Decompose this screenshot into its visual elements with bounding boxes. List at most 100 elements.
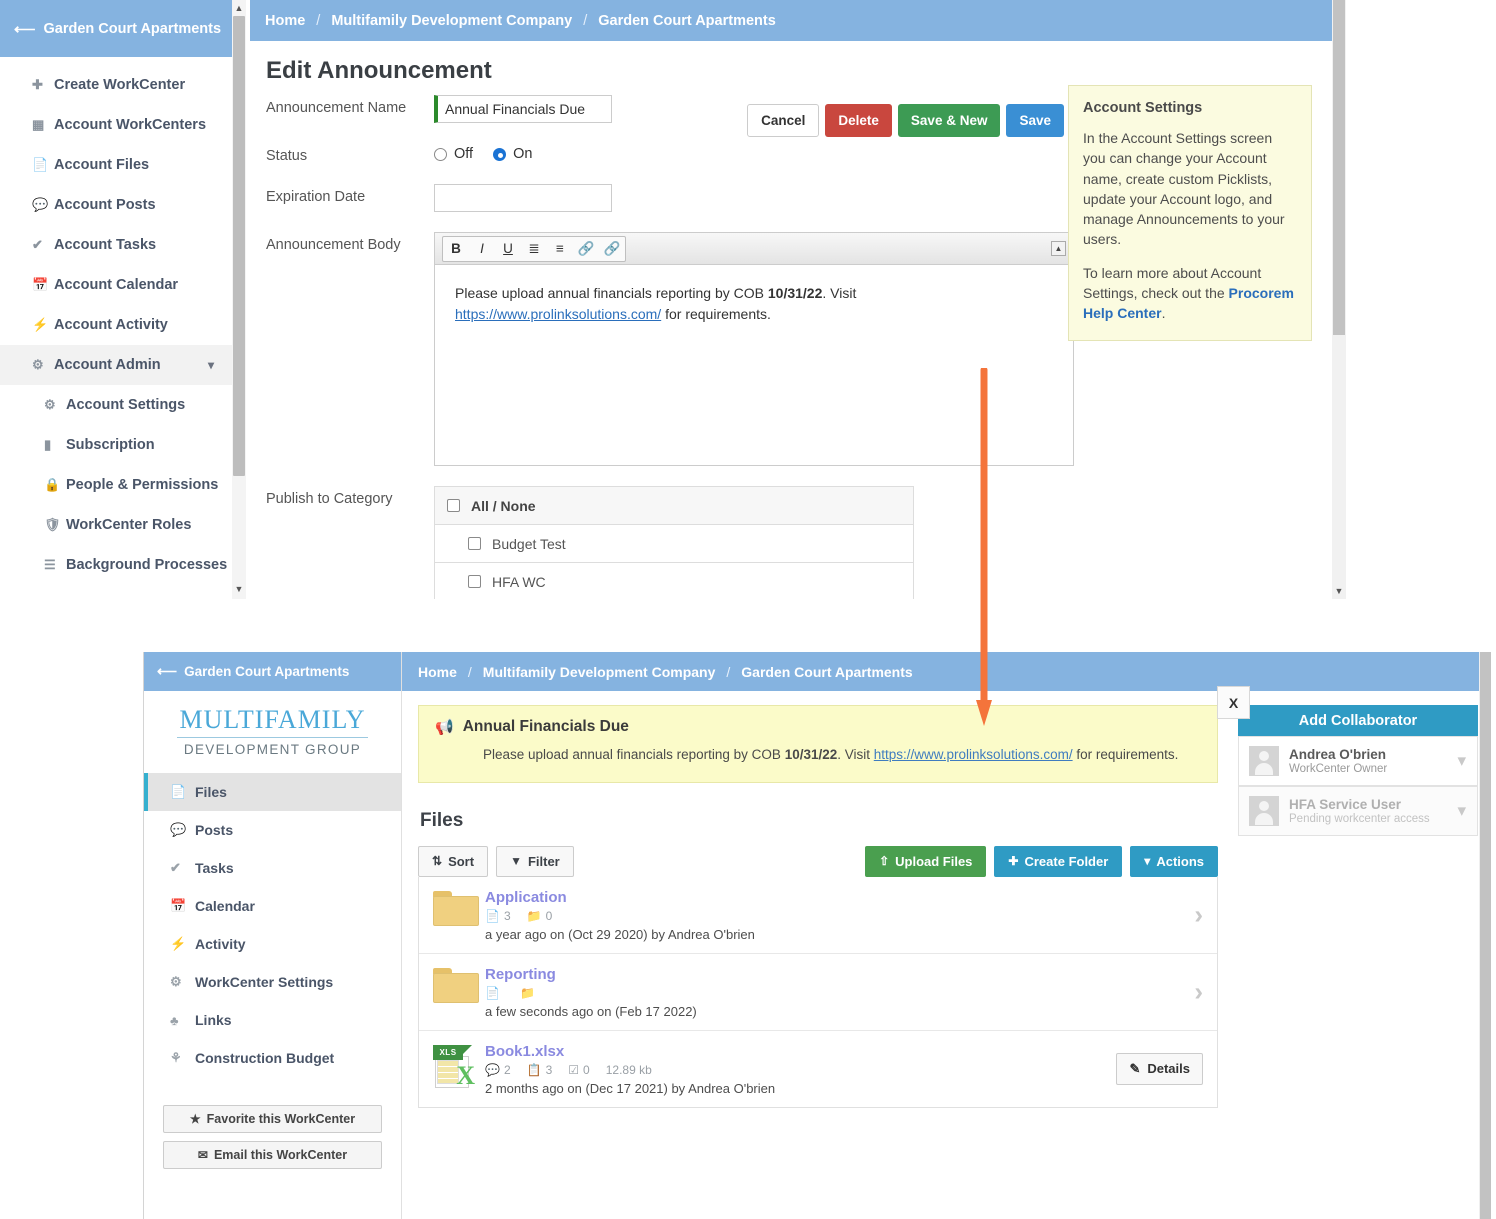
- sidebar-item-files[interactable]: 📄 Files: [144, 773, 401, 811]
- sidebar-item-subscription[interactable]: ▮ Subscription: [0, 425, 232, 465]
- breadcrumb-home[interactable]: Home: [265, 13, 305, 29]
- file-count-value: 3: [503, 908, 511, 923]
- category-all-none-row[interactable]: All / None: [435, 487, 913, 525]
- breadcrumb-company[interactable]: Multifamily Development Company: [331, 13, 572, 29]
- actions-button[interactable]: ▾ Actions: [1130, 845, 1218, 877]
- email-workcenter-button[interactable]: ✉ Email this WorkCenter: [163, 1141, 382, 1169]
- sidebar-item-label: Calendar: [195, 898, 255, 914]
- sidebar-item-account-admin[interactable]: ⚙ Account Admin ▾: [0, 345, 232, 385]
- save-new-button[interactable]: Save & New: [897, 104, 1001, 137]
- sidebar-item-workcenter-settings[interactable]: ⚙ WorkCenter Settings: [144, 963, 401, 1001]
- delete-button[interactable]: Delete: [825, 104, 892, 137]
- bold-icon[interactable]: B: [443, 237, 469, 261]
- sidebar-item-links[interactable]: ♣ Links: [144, 1001, 401, 1039]
- list-item[interactable]: Application 📄 3 📁 0 a year ago on (Oct 29 …: [419, 877, 1217, 954]
- sidebar-item-construction-budget[interactable]: ⚘ Construction Budget: [144, 1039, 401, 1077]
- announcement-name-input[interactable]: Annual Financials Due: [434, 95, 612, 123]
- comment-count-value: 2: [503, 1062, 511, 1077]
- table-row[interactable]: HFA WC: [435, 563, 913, 599]
- collaborator-row[interactable]: Andrea O'brien WorkCenter Owner ▾: [1238, 736, 1478, 786]
- sidebar-item-account-settings[interactable]: ⚙ Account Settings: [0, 385, 232, 425]
- sidebar-item-posts[interactable]: 💬 Posts: [144, 811, 401, 849]
- file-name-link[interactable]: Book1.xlsx: [485, 1043, 1203, 1060]
- status-on-radio[interactable]: [493, 147, 507, 161]
- cogs-icon: ⚙: [32, 357, 44, 372]
- sidebar-item-tasks[interactable]: ✔ Tasks: [144, 849, 401, 887]
- close-icon[interactable]: X: [1217, 686, 1250, 719]
- save-button[interactable]: Save: [1006, 104, 1064, 137]
- scroll-down-icon[interactable]: ▼: [232, 581, 246, 597]
- sidebar-item-label: Files: [195, 784, 227, 800]
- link-icon[interactable]: 🔗: [573, 237, 599, 261]
- unordered-list-icon[interactable]: ≡: [547, 237, 573, 261]
- sidebar-item-background-processes[interactable]: ☰ Background Processes: [0, 545, 232, 585]
- sidebar-item-workcenter-roles[interactable]: 🛡 WorkCenter Roles: [0, 505, 232, 545]
- window-scrollbar[interactable]: [1479, 652, 1491, 1219]
- body-bold-date: 10/31/22: [767, 285, 823, 301]
- sidebar-item-create-workcenter[interactable]: ✚ Create WorkCenter: [0, 65, 232, 105]
- category-checkbox[interactable]: [468, 575, 481, 588]
- collaborator-row[interactable]: HFA Service User Pending workcenter acce…: [1238, 786, 1478, 836]
- ordered-list-icon[interactable]: ≣: [521, 237, 547, 261]
- category-checkbox[interactable]: [468, 537, 481, 550]
- unlink-icon[interactable]: 🔗: [599, 237, 625, 261]
- workcenter-back-header[interactable]: ⟵ Garden Court Apartments: [144, 652, 401, 691]
- sidebar-back-header[interactable]: ⟵ Garden Court Apartments: [0, 0, 232, 57]
- sidebar-item-account-workcenters[interactable]: ▦ Account WorkCenters: [0, 105, 232, 145]
- chevron-down-icon[interactable]: ▾: [1457, 751, 1466, 771]
- expiration-date-input[interactable]: [434, 184, 612, 212]
- body-text-3: for requirements.: [661, 306, 771, 322]
- sidebar-scrollbar[interactable]: ▲ ▼: [232, 0, 246, 599]
- workcenter-nav-list: 📄 Files 💬 Posts ✔ Tasks 📅 Calendar ⚡ Act…: [144, 773, 401, 1077]
- favorite-workcenter-button[interactable]: ★ Favorite this WorkCenter: [163, 1105, 382, 1133]
- filter-button[interactable]: ▼ Filter: [496, 845, 574, 877]
- underline-icon[interactable]: U: [495, 237, 521, 261]
- checkbox-icon: ☑: [568, 1062, 580, 1077]
- list-item[interactable]: XLS X Book1.xlsx 💬 2 📋 3 ☑ 0 12.89 kb 2 …: [419, 1031, 1217, 1107]
- account-nav-list: ✚ Create WorkCenter ▦ Account WorkCenter…: [0, 57, 232, 585]
- create-folder-button[interactable]: ✚ Create Folder: [994, 845, 1123, 877]
- sidebar-item-account-files[interactable]: 📄 Account Files: [0, 145, 232, 185]
- cancel-button[interactable]: Cancel: [747, 104, 820, 137]
- upload-files-button[interactable]: ⇧ Upload Files: [865, 845, 987, 877]
- scrollbar-thumb[interactable]: [233, 16, 245, 476]
- italic-icon[interactable]: I: [469, 237, 495, 261]
- body-link[interactable]: https://www.prolinksolutions.com/: [455, 306, 661, 322]
- window-scrollbar[interactable]: ▼: [1332, 0, 1346, 599]
- sidebar-item-account-posts[interactable]: 💬 Account Posts: [0, 185, 232, 225]
- scroll-down-icon[interactable]: ▼: [1332, 583, 1346, 599]
- all-none-checkbox[interactable]: [447, 499, 460, 512]
- flask-icon: ⚘: [170, 1050, 182, 1065]
- sidebar-item-account-calendar[interactable]: 📅 Account Calendar: [0, 265, 232, 305]
- breadcrumb-home[interactable]: Home: [418, 664, 457, 680]
- table-row[interactable]: Budget Test: [435, 525, 913, 563]
- file-name-link[interactable]: Reporting: [485, 966, 1203, 983]
- collapse-icon[interactable]: ▲: [1051, 241, 1066, 256]
- sidebar-item-activity[interactable]: ⚡ Activity: [144, 925, 401, 963]
- scrollbar-thumb[interactable]: [1333, 0, 1345, 335]
- chevron-right-icon[interactable]: ›: [1194, 976, 1203, 1007]
- breadcrumb-workcenter[interactable]: Garden Court Apartments: [598, 13, 776, 29]
- announcement-link[interactable]: https://www.prolinksolutions.com/: [874, 747, 1073, 762]
- add-collaborator-button[interactable]: Add Collaborator: [1238, 705, 1478, 736]
- sidebar-item-account-activity[interactable]: ⚡ Account Activity: [0, 305, 232, 345]
- chevron-right-icon[interactable]: ›: [1194, 899, 1203, 930]
- file-name-link[interactable]: Application: [485, 889, 1203, 906]
- workcenter-content: X 📢 Annual Financials Due Please upload …: [402, 686, 1479, 1108]
- breadcrumb-workcenter[interactable]: Garden Court Apartments: [741, 664, 912, 680]
- body-text-2: . Visit: [822, 285, 857, 301]
- editor-content-area[interactable]: Please upload annual financials reportin…: [435, 265, 1073, 465]
- sidebar-item-account-tasks[interactable]: ✔ Account Tasks: [0, 225, 232, 265]
- chevron-down-icon[interactable]: ▾: [1457, 801, 1466, 821]
- details-button[interactable]: ✎ Details: [1116, 1052, 1203, 1085]
- scrollbar-thumb[interactable]: [1480, 652, 1491, 1219]
- edit-icon: ✎: [1129, 1060, 1141, 1076]
- list-item[interactable]: Reporting 📄 📁 a few seconds ago on (Feb …: [419, 954, 1217, 1031]
- sidebar-item-people-permissions[interactable]: 🔒 People & Permissions: [0, 465, 232, 505]
- scroll-up-icon[interactable]: ▲: [232, 0, 246, 16]
- breadcrumb-company[interactable]: Multifamily Development Company: [483, 664, 716, 680]
- sort-button[interactable]: ⇅ Sort: [418, 845, 489, 877]
- arrow-left-icon: ⟵: [14, 20, 36, 38]
- status-off-radio[interactable]: [434, 147, 447, 161]
- sidebar-item-calendar[interactable]: 📅 Calendar: [144, 887, 401, 925]
